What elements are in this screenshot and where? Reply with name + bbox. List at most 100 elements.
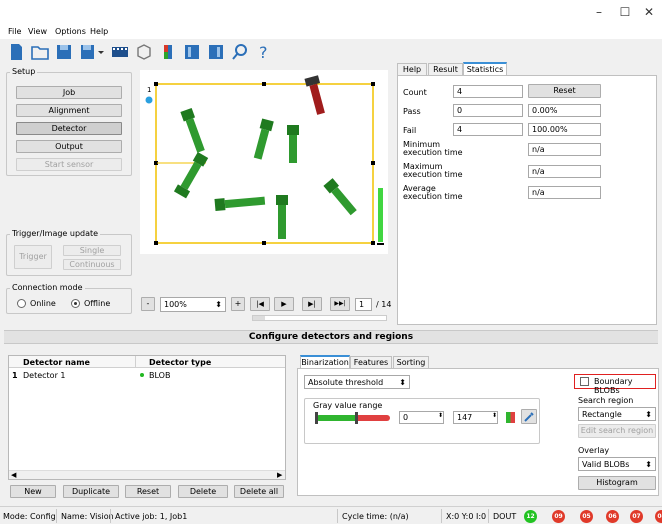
first-image-button[interactable]: |◀ [250,297,270,311]
color-indicator-icon [506,412,515,423]
search-region-title: Search region [578,396,634,405]
pass-percent-field: 0.00% [528,104,601,117]
maximize-button[interactable]: ☐ [614,4,636,20]
trigger-button[interactable]: Trigger [14,245,52,269]
image-view[interactable]: 1 [140,70,388,254]
duplicate-detector-button[interactable]: Duplicate [63,485,119,498]
edit-search-region-button[interactable]: Edit search region [578,424,656,438]
menu-file[interactable]: File [8,27,21,36]
row-index: 1 [12,371,18,380]
fail-label: Fail [403,126,417,135]
detector-table: Detector name Detector type 1 Detector 1… [8,355,286,480]
chevron-down-icon: ⬍ [645,460,652,469]
save-as-icon[interactable] [78,42,106,62]
output-button[interactable]: Output [16,140,122,153]
column-detector-type[interactable]: Detector type [149,358,211,367]
menu-view[interactable]: View [28,27,47,36]
image-scrollbar[interactable] [252,315,387,321]
app-window: – ☐ ✕ File View Options Help ? Setup Job… [0,0,662,524]
pipette-button[interactable] [521,409,537,424]
signal-icon[interactable] [158,42,178,62]
new-icon[interactable] [6,42,26,62]
online-radio[interactable] [17,299,26,308]
magnifier-icon[interactable] [230,42,250,62]
chevron-down-icon: ⬍ [645,410,652,419]
column-detector-name[interactable]: Detector name [23,358,90,367]
offline-radio[interactable] [71,299,80,308]
zoom-out-button[interactable]: - [141,297,155,311]
search-shape-combo[interactable]: Rectangle ⬍ [578,407,656,421]
threshold-mode-combo[interactable]: Absolute threshold ⬍ [304,375,410,389]
start-sensor-button[interactable]: Start sensor [16,158,122,171]
panel-icon[interactable] [182,42,202,62]
zoom-in-button[interactable]: + [231,297,245,311]
toolbar: ? [0,39,662,65]
table-row[interactable]: 1 Detector 1 BLOB [9,369,285,381]
question-icon[interactable]: ? [254,42,274,62]
overlay-combo[interactable]: Valid BLOBs ⬍ [578,457,656,471]
minimize-button[interactable]: – [588,4,610,20]
reset-statistics-button[interactable]: Reset [528,84,601,98]
avg-time-label: Average execution time [403,184,463,201]
dout-indicator-08: 08 [655,510,662,523]
single-button[interactable]: Single [63,245,121,256]
chevron-down-icon: ⬍ [399,378,406,387]
save-icon[interactable] [54,42,74,62]
tab-features[interactable]: Features [350,356,392,368]
min-time-field: n/a [528,143,601,156]
detector-button[interactable]: Detector [16,122,122,135]
count-field: 4 [453,85,523,98]
reset-detector-button[interactable]: Reset [125,485,171,498]
delete-detector-button[interactable]: Delete [178,485,228,498]
high-slider-handle[interactable] [355,412,358,424]
alignment-button[interactable]: Alignment [16,104,122,117]
job-button[interactable]: Job [16,86,122,99]
dout-indicator-06: 06 [606,510,619,523]
dout-indicator-12: 12 [524,510,537,523]
boundary-blobs-checkbox[interactable] [580,377,589,386]
max-time-field: n/a [528,165,601,178]
zoom-combo[interactable]: 100% ⬍ [160,297,226,312]
tab-help[interactable]: Help [397,63,427,75]
menu-help[interactable]: Help [90,27,108,36]
low-slider-handle[interactable] [315,412,318,424]
delete-all-button[interactable]: Delete all [234,485,284,498]
offline-label: Offline [84,299,111,308]
next-image-button[interactable]: ▶| [302,297,322,311]
tab-statistics[interactable]: Statistics [463,62,507,76]
camera-image[interactable]: 1 [140,70,388,254]
play-button[interactable]: ▶ [274,297,294,311]
section-title: Configure detectors and regions [4,330,658,344]
status-mode: Mode: Config [3,512,56,521]
open-icon[interactable] [30,42,50,62]
table-scrollbar[interactable]: ◀ ▶ [9,470,285,479]
new-detector-button[interactable]: New [10,485,56,498]
online-label: Online [30,299,56,308]
detector-name-cell[interactable]: Detector 1 [23,371,66,380]
tab-binarization[interactable]: Binarization [300,355,350,369]
gray-range-slider[interactable] [316,415,390,421]
histogram-button[interactable]: Histogram [578,476,656,490]
table-header: Detector name Detector type [9,356,285,368]
image-number-field[interactable]: 1 [355,298,372,311]
tab-sorting[interactable]: Sorting [393,356,429,368]
search-region[interactable] [154,82,375,245]
cube-icon[interactable] [134,42,154,62]
menu-options[interactable]: Options [55,27,86,36]
min-time-label: Minimum execution time [403,140,463,157]
pass-field: 0 [453,104,523,117]
trigger-title: Trigger/Image update [10,229,101,238]
panel-alt-icon[interactable] [206,42,226,62]
pass-label: Pass [403,107,421,116]
film-icon[interactable] [110,42,130,62]
status-coordinates: X:0 Y:0 I:0 [446,512,487,521]
spin-icon: ⬍ [492,412,498,419]
pipette-icon [524,412,534,422]
chevron-down-icon: ⬍ [215,300,222,309]
tab-result[interactable]: Result [428,63,463,75]
last-image-button[interactable]: ▶▶| [330,297,350,311]
status-dot-icon [140,373,144,377]
continuous-button[interactable]: Continuous [63,259,121,270]
dout-indicator-09: 09 [552,510,565,523]
close-button[interactable]: ✕ [638,4,660,20]
